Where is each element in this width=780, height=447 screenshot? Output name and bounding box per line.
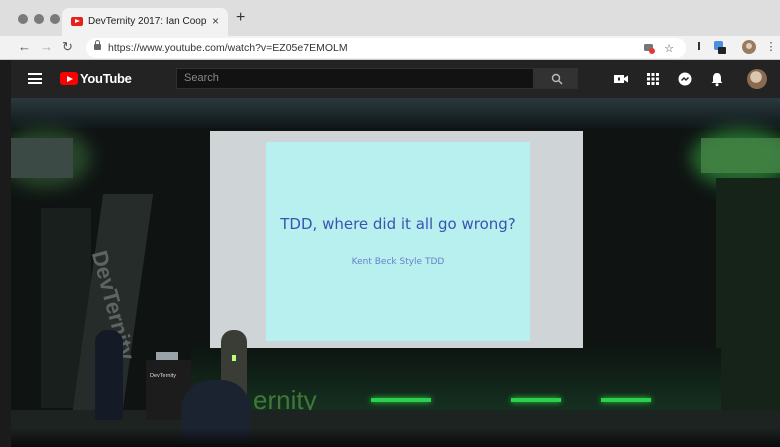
video-player[interactable]: DevTernity TDD, where did it all go wron… <box>11 98 780 447</box>
extension-badge-icon[interactable] <box>712 40 726 54</box>
youtube-favicon-icon <box>71 17 83 26</box>
stage-led-strip-2 <box>511 398 561 402</box>
profile-avatar-icon[interactable] <box>742 40 756 54</box>
presentation-slide: TDD, where did it all go wrong? Kent Bec… <box>266 142 530 341</box>
menu-icon[interactable] <box>28 73 42 84</box>
speaker-badge <box>232 355 236 361</box>
browser-toolbar: ← → ↻ https://www.youtube.com/watch?v=EZ… <box>0 36 780 60</box>
notifications-bell-icon[interactable] <box>709 71 725 87</box>
apps-grid-icon[interactable] <box>645 71 661 87</box>
youtube-header: YouTube Search <box>11 60 780 98</box>
extension-icon[interactable] <box>642 42 656 56</box>
back-button[interactable]: ← <box>18 39 31 55</box>
tab-youtube[interactable]: DevTernity 2017: Ian Cooper × <box>62 8 228 36</box>
user-avatar[interactable] <box>747 69 767 89</box>
audience-shadow <box>11 428 780 447</box>
venue-ceiling <box>11 98 780 128</box>
maximize-window-button[interactable] <box>50 14 60 24</box>
reload-button[interactable]: ↻ <box>62 39 73 55</box>
slide-subtitle: Kent Beck Style TDD <box>351 257 445 267</box>
search-input[interactable]: Search <box>176 68 534 89</box>
forward-button[interactable]: → <box>40 39 53 55</box>
lectern-label: DevTernity <box>150 373 176 379</box>
url-text[interactable]: https://www.youtube.com/watch?v=EZ05e7EM… <box>108 42 348 54</box>
left-wall-panel <box>11 138 73 178</box>
browser-menu-icon[interactable]: ⋮ <box>764 40 778 54</box>
tab-title: DevTernity 2017: Ian Cooper <box>88 16 206 27</box>
search-button[interactable] <box>534 68 578 89</box>
lock-icon <box>94 40 101 50</box>
stage-led-strip <box>371 398 431 402</box>
tab-strip: DevTernity 2017: Ian Cooper × + <box>0 0 780 36</box>
minimize-window-button[interactable] <box>34 14 44 24</box>
stage-led-strip-3 <box>601 398 651 402</box>
search-placeholder: Search <box>184 72 219 84</box>
new-tab-button[interactable]: + <box>236 10 245 26</box>
youtube-logo-icon[interactable] <box>60 72 78 85</box>
photographer-figure <box>95 330 123 420</box>
close-window-button[interactable] <box>18 14 28 24</box>
search-icon <box>551 73 563 85</box>
messages-icon[interactable] <box>677 71 693 87</box>
slide-title: TDD, where did it all go wrong? <box>280 215 516 233</box>
right-wall-panel <box>701 138 780 173</box>
laptop <box>156 352 178 360</box>
address-bar[interactable]: https://www.youtube.com/watch?v=EZ05e7EM… <box>86 38 686 58</box>
right-pillar <box>716 178 780 413</box>
tab-close-icon[interactable]: × <box>212 14 219 28</box>
bookmark-star-icon[interactable]: ☆ <box>662 42 676 56</box>
youtube-logo-text[interactable]: YouTube <box>80 71 132 86</box>
browser-window: DevTernity 2017: Ian Cooper × + ← → ↻ ht… <box>0 0 780 447</box>
upload-video-icon[interactable] <box>613 71 629 87</box>
extension-i-icon[interactable] <box>692 40 706 54</box>
